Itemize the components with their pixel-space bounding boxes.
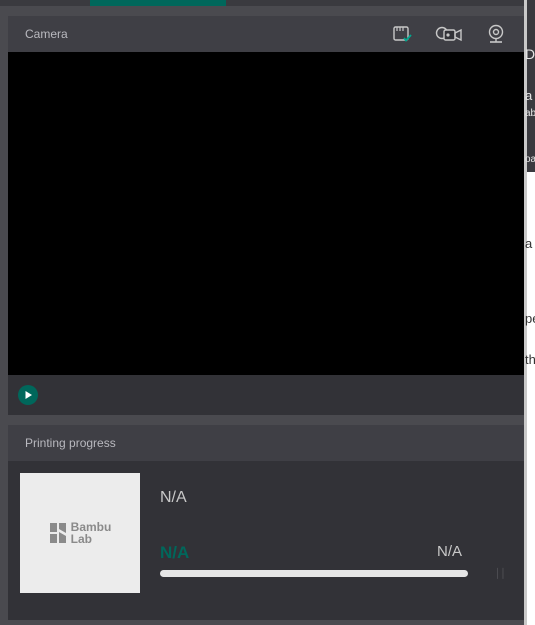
progress-header: Printing progress <box>8 425 524 461</box>
logo-line-2: Lab <box>70 532 92 546</box>
right-panel-text: a <box>525 236 533 251</box>
camera-header: Camera <box>8 16 524 52</box>
right-side-panel: D a ab oa a pe th <box>524 0 535 625</box>
camera-video-view[interactable] <box>8 52 524 375</box>
active-tab-indicator <box>90 0 226 6</box>
right-panel-text: ab <box>525 108 535 119</box>
right-panel-text: D <box>525 46 535 62</box>
right-panel-text: oa <box>525 154 535 165</box>
webcam-icon[interactable] <box>484 23 508 45</box>
camera-record-icon[interactable] <box>434 23 464 45</box>
play-icon[interactable] <box>18 385 38 405</box>
camera-panel: Camera <box>8 16 524 415</box>
right-panel-text: pe <box>525 311 535 326</box>
right-panel-text: th <box>525 352 535 367</box>
camera-title: Camera <box>25 27 68 41</box>
progress-title: Printing progress <box>25 436 116 450</box>
progress-percent: N/A <box>160 543 190 562</box>
print-thumbnail: Bambu Lab <box>20 473 140 593</box>
lock-icon: ││ <box>495 568 507 578</box>
right-panel-text: a <box>525 88 533 103</box>
task-name: N/A <box>160 489 187 506</box>
remaining-time: N/A <box>437 543 463 560</box>
bambu-lab-logo: Bambu Lab <box>49 521 111 546</box>
bambu-logo-icon <box>49 523 66 543</box>
progress-bar <box>160 570 468 577</box>
printing-progress-panel: Printing progress Bambu Lab N/A N/A N/A … <box>8 425 524 620</box>
sd-card-icon[interactable] <box>390 23 414 45</box>
top-tab-strip <box>0 0 524 6</box>
